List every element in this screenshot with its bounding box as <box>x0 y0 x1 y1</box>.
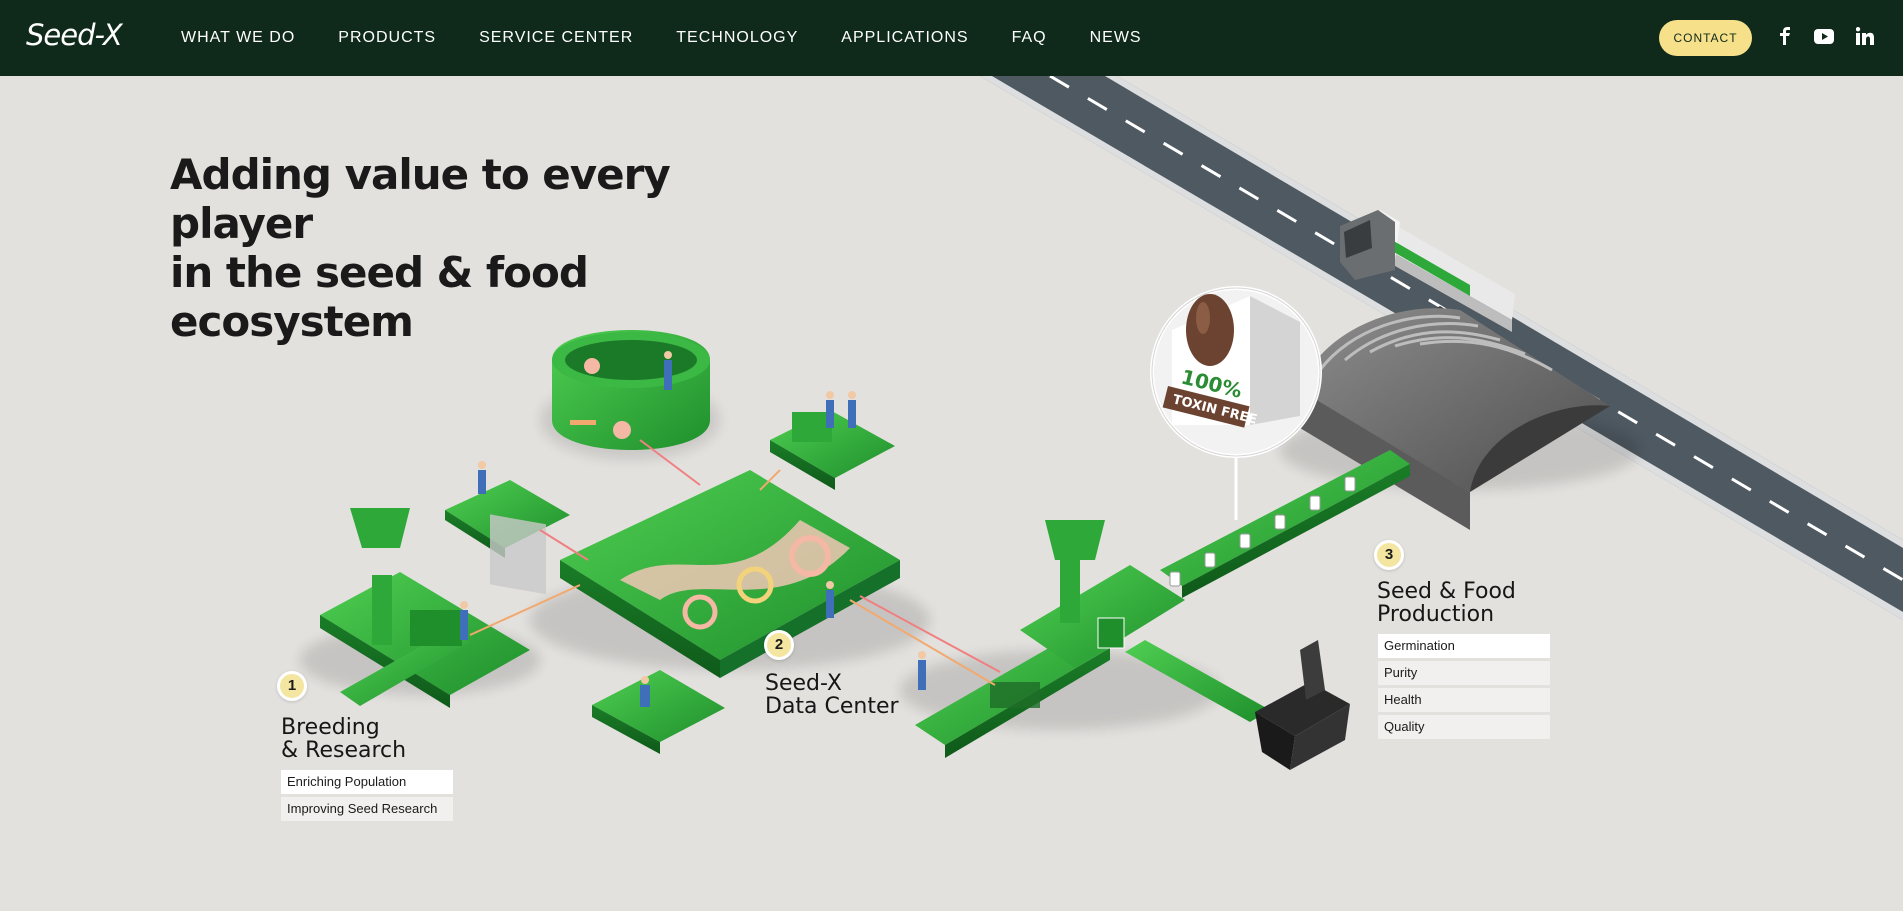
tag-quality[interactable]: Quality <box>1378 715 1550 739</box>
tag-germination[interactable]: Germination <box>1378 634 1550 658</box>
conveyor-belt <box>1160 450 1410 598</box>
tag-purity[interactable]: Purity <box>1378 661 1550 685</box>
toxin-free-callout: 100% TOXIN FREE <box>1150 286 1322 520</box>
breeding-tags: Enriching Population Improving Seed Rese… <box>281 770 453 824</box>
stage-title-line: Production <box>1377 602 1495 627</box>
stage-badge-3: 3 <box>1374 540 1404 570</box>
main-nav: WHAT WE DO PRODUCTS SERVICE CENTER TECHN… <box>181 0 1185 76</box>
top-navigation-bar: Seed-X WHAT WE DO PRODUCTS SERVICE CENTE… <box>0 0 1903 76</box>
production-tags: Germination Purity Health Quality <box>1378 634 1550 742</box>
stage-title-breeding: Breeding & Research <box>281 716 406 762</box>
stage-title-line: Seed-X <box>765 671 842 696</box>
stage-badge-1: 1 <box>277 671 307 701</box>
contact-button[interactable]: CONTACT <box>1659 20 1752 56</box>
tag-improving-seed-research[interactable]: Improving Seed Research <box>281 797 453 821</box>
waste-bin <box>1255 640 1350 770</box>
stage-title-line: Data Center <box>765 694 899 719</box>
analysis-platform <box>592 670 725 754</box>
nav-products[interactable]: PRODUCTS <box>338 29 436 47</box>
stage-title-line: Seed & Food <box>1377 579 1516 604</box>
nav-service-center[interactable]: SERVICE CENTER <box>479 29 633 47</box>
nav-applications[interactable]: APPLICATIONS <box>841 29 968 47</box>
facebook-icon[interactable] <box>1771 22 1799 50</box>
nav-faq[interactable]: FAQ <box>1012 29 1047 47</box>
nav-news[interactable]: NEWS <box>1090 29 1142 47</box>
nav-what-we-do[interactable]: WHAT WE DO <box>181 29 295 47</box>
display-ring <box>540 330 720 460</box>
seedx-logo[interactable]: Seed-X <box>26 18 123 52</box>
tag-enriching-population[interactable]: Enriching Population <box>281 770 453 794</box>
stage-badge-2: 2 <box>764 630 794 660</box>
youtube-icon[interactable] <box>1810 22 1838 50</box>
nav-technology[interactable]: TECHNOLOGY <box>676 29 798 47</box>
stage-title-line: & Research <box>281 738 407 763</box>
stage-title-data-center: Seed-X Data Center <box>765 672 899 718</box>
tag-health[interactable]: Health <box>1378 688 1550 712</box>
stage-title-line: Breeding <box>281 715 380 740</box>
data-center-platform <box>530 470 930 678</box>
linkedin-icon[interactable] <box>1851 22 1879 50</box>
stage-title-production: Seed & Food Production <box>1377 580 1516 626</box>
